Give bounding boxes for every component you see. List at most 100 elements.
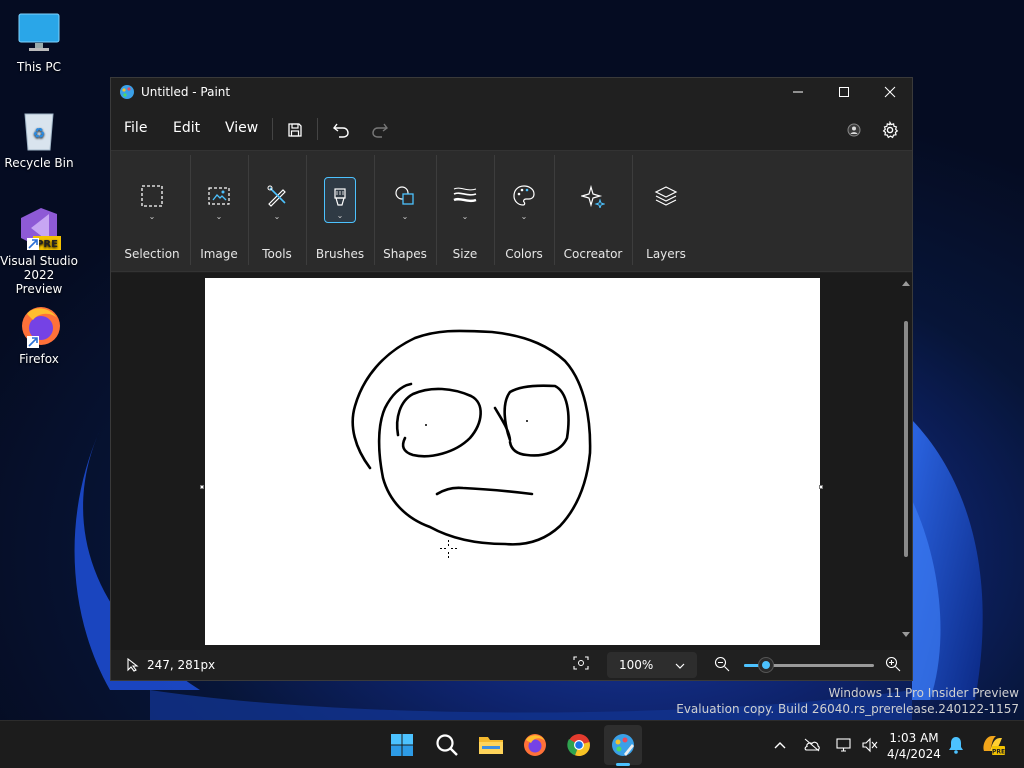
desktop-icon-label: Firefox <box>19 352 59 366</box>
resize-handle-right[interactable] <box>819 485 823 489</box>
drawing-canvas[interactable] <box>205 278 820 645</box>
shapes-icon <box>388 179 422 213</box>
zoom-dropdown[interactable]: 100% <box>607 652 697 678</box>
cloud-tray-button[interactable] <box>802 735 822 755</box>
chevron-down-icon: ⌄ <box>461 212 469 221</box>
user-icon <box>847 123 861 137</box>
recycle-bin-icon: ♻ <box>15 106 63 154</box>
undo-icon <box>333 123 349 138</box>
desktop-icon-this-pc[interactable]: This PC <box>0 10 78 74</box>
resize-handle-left[interactable] <box>200 485 204 489</box>
undo-button[interactable] <box>326 115 356 145</box>
zoom-out-icon <box>714 656 730 672</box>
save-button[interactable] <box>280 115 310 145</box>
ribbon-group-layers[interactable]: Layers <box>633 151 699 273</box>
ribbon-group-tools[interactable]: ⌄ Tools <box>249 151 305 273</box>
clock-date: 4/4/2024 <box>887 747 941 761</box>
minimize-button[interactable] <box>775 78 821 106</box>
cloud-offline-icon <box>804 738 820 752</box>
zoom-in-button[interactable] <box>885 656 903 674</box>
chevron-up-icon <box>774 742 786 749</box>
clock-time: 1:03 AM <box>889 731 939 745</box>
copilot-button[interactable]: PRE <box>980 735 1006 756</box>
ribbon-label: Brushes <box>315 247 365 261</box>
start-button[interactable] <box>386 729 418 761</box>
palette-icon <box>507 179 541 213</box>
watermark-line-2: Evaluation copy. Build 26040.rs_prerelea… <box>676 702 1019 716</box>
zoom-slider[interactable] <box>744 658 874 672</box>
watermark-line-1: Windows 11 Pro Insider Preview <box>828 686 1019 700</box>
ribbon: ⌄ Selection ⌄ Image ⌄ Tools ⌄ Brushes ⌄ … <box>111 150 912 272</box>
maximize-button[interactable] <box>821 78 867 106</box>
menu-edit[interactable]: Edit <box>173 120 200 136</box>
ribbon-group-shapes[interactable]: ⌄ Shapes <box>375 151 435 273</box>
insider-watermark: Windows 11 Pro Insider Preview Evaluatio… <box>676 685 1019 717</box>
scroll-up-icon <box>902 281 910 286</box>
account-button[interactable] <box>839 115 869 145</box>
title-bar[interactable]: Untitled - Paint <box>111 78 912 106</box>
zoom-value: 100% <box>619 658 654 672</box>
taskbar: 1:03 AM 4/4/2024 PRE <box>0 720 1024 768</box>
ribbon-group-cocreator[interactable]: Cocreator <box>555 151 631 273</box>
paint-icon <box>612 734 634 756</box>
chrome-taskbar-button[interactable] <box>563 729 595 761</box>
menu-file[interactable]: File <box>124 120 147 136</box>
ribbon-group-selection[interactable]: ⌄ Selection <box>115 151 189 273</box>
redo-button[interactable] <box>365 115 395 145</box>
svg-text:PRE: PRE <box>992 749 1005 756</box>
fit-screen-icon <box>573 656 589 670</box>
desktop-icon-visual-studio[interactable]: PRE Visual Studio 2022 Preview <box>0 204 78 296</box>
network-tray-button[interactable] <box>834 735 854 755</box>
file-explorer-button[interactable] <box>475 729 507 761</box>
ribbon-label: Selection <box>124 247 180 261</box>
firefox-taskbar-button[interactable] <box>519 729 551 761</box>
chevron-down-icon <box>675 663 685 669</box>
ribbon-group-size[interactable]: ⌄ Size <box>437 151 493 273</box>
canvas-area <box>111 273 912 650</box>
menu-view[interactable]: View <box>225 120 258 136</box>
zoom-in-icon <box>885 656 901 672</box>
ribbon-label: Cocreator <box>563 247 623 261</box>
ribbon-group-brushes[interactable]: ⌄ Brushes <box>307 151 373 273</box>
ribbon-label: Image <box>200 247 238 261</box>
visual-studio-icon: PRE <box>15 204 63 252</box>
search-icon <box>436 734 458 756</box>
settings-button[interactable] <box>875 115 905 145</box>
system-clock[interactable]: 1:03 AM 4/4/2024 <box>880 730 948 762</box>
scroll-down-icon <box>902 632 910 637</box>
desktop-icon-label: This PC <box>17 60 61 74</box>
selection-icon <box>135 179 169 213</box>
chevron-down-icon: ⌄ <box>336 211 344 220</box>
paint-taskbar-button[interactable] <box>607 729 639 761</box>
chevron-down-icon: ⌄ <box>215 212 223 221</box>
vertical-scrollbar[interactable] <box>901 277 911 643</box>
close-button[interactable] <box>867 78 913 106</box>
chevron-down-icon: ⌄ <box>520 212 528 221</box>
desktop-icon-firefox[interactable]: Firefox <box>0 302 78 366</box>
fit-to-window-button[interactable] <box>573 656 595 674</box>
chevron-down-icon: ⌄ <box>401 212 409 221</box>
ribbon-group-colors[interactable]: ⌄ Colors <box>495 151 553 273</box>
window-title: Untitled - Paint <box>141 85 231 99</box>
desktop-icon-recycle-bin[interactable]: ♻ Recycle Bin <box>0 106 78 170</box>
layers-icon <box>649 179 683 213</box>
zoom-slider-thumb[interactable] <box>759 658 774 672</box>
zoom-out-button[interactable] <box>714 656 732 674</box>
ribbon-label: Layers <box>646 247 686 261</box>
svg-text:♻: ♻ <box>33 126 46 142</box>
network-icon <box>836 738 851 752</box>
desktop-icon-label: Visual Studio 2022 Preview <box>0 254 78 296</box>
scrollbar-thumb[interactable] <box>904 321 908 557</box>
volume-tray-button[interactable] <box>860 735 880 755</box>
menu-separator <box>272 118 273 140</box>
show-hidden-icons-button[interactable] <box>770 735 790 755</box>
search-button[interactable] <box>431 729 463 761</box>
pre-badge: PRE <box>36 239 58 250</box>
ribbon-label: Size <box>452 247 478 261</box>
ribbon-group-image[interactable]: ⌄ Image <box>191 151 247 273</box>
crosshair-cursor <box>440 540 457 558</box>
gear-icon <box>882 121 899 139</box>
notifications-button[interactable] <box>946 735 966 755</box>
bell-icon <box>949 737 963 754</box>
firefox-icon <box>15 302 63 350</box>
